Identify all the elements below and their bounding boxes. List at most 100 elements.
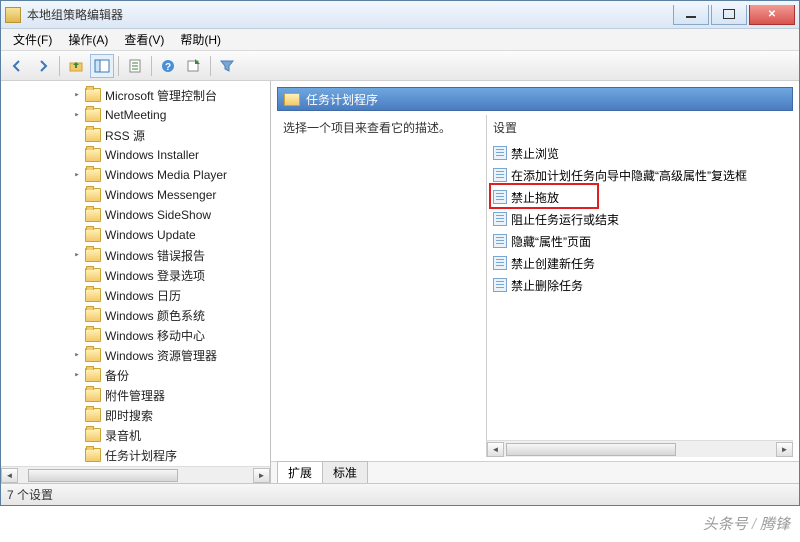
folder-icon — [85, 148, 101, 162]
tree-item[interactable]: 附件管理器 — [1, 385, 270, 405]
folder-icon — [85, 328, 101, 342]
tree-view[interactable]: Microsoft 管理控制台 NetMeeting RSS 源 Windows In… — [1, 81, 270, 466]
help-button[interactable]: ? — [156, 54, 180, 78]
scroll-left-button[interactable]: ◄ — [1, 468, 18, 483]
tree-item[interactable]: Windows 登录选项 — [1, 265, 270, 285]
setting-item[interactable]: 禁止拖放 — [493, 186, 787, 208]
tab-extended[interactable]: 扩展 — [277, 461, 323, 483]
tree-expander[interactable] — [71, 109, 83, 121]
toolbar-separator — [59, 56, 60, 76]
tree-expander[interactable] — [71, 89, 83, 101]
tree-item-label: Windows 资源管理器 — [105, 347, 217, 364]
details-pane: 任务计划程序 选择一个项目来查看它的描述。 设置 禁止浏览在添加计划任务向导中隐… — [271, 81, 799, 483]
tree-item-label: NetMeeting — [105, 108, 166, 122]
tree-expander[interactable] — [71, 369, 83, 381]
tree-item[interactable]: 任务计划程序 — [1, 445, 270, 465]
folder-icon — [85, 208, 101, 222]
setting-item[interactable]: 禁止创建新任务 — [493, 252, 787, 274]
status-text: 7 个设置 — [7, 486, 53, 503]
tree-item[interactable]: RSS 源 — [1, 125, 270, 145]
tree-item[interactable]: Windows 日历 — [1, 285, 270, 305]
tree-item-label: Windows Media Player — [105, 168, 227, 182]
forward-button[interactable] — [31, 54, 55, 78]
tree-item[interactable]: 录音机 — [1, 425, 270, 445]
minimize-button[interactable] — [673, 5, 709, 25]
details-header: 任务计划程序 — [277, 87, 793, 111]
folder-icon — [85, 168, 101, 182]
tree-item-label: Windows 日历 — [105, 287, 181, 304]
scroll-thumb[interactable] — [506, 443, 676, 456]
tree-item[interactable]: Windows Update — [1, 225, 270, 245]
tree-item[interactable]: Windows 错误报告 — [1, 245, 270, 265]
scroll-track[interactable] — [504, 442, 776, 457]
tree-item[interactable]: Windows 颜色系统 — [1, 305, 270, 325]
menu-view[interactable]: 查看(V) — [116, 29, 172, 50]
tree-item-label: 备份 — [105, 367, 129, 384]
tree-item-label: 附件管理器 — [105, 387, 165, 404]
tree-item[interactable]: 备份 — [1, 365, 270, 385]
setting-item[interactable]: 禁止删除任务 — [493, 274, 787, 296]
folder-icon — [85, 188, 101, 202]
menu-help[interactable]: 帮助(H) — [172, 29, 229, 50]
arrow-left-icon — [9, 58, 25, 74]
up-button[interactable] — [64, 54, 88, 78]
folder-icon — [85, 108, 101, 122]
policy-icon — [493, 190, 507, 204]
properties-icon — [127, 58, 143, 74]
folder-icon — [85, 248, 101, 262]
setting-item[interactable]: 阻止任务运行或结束 — [493, 208, 787, 230]
tree-item[interactable]: Windows Messenger — [1, 185, 270, 205]
folder-icon — [85, 268, 101, 282]
scroll-thumb[interactable] — [28, 469, 178, 482]
toolbar-separator — [118, 56, 119, 76]
tree-item-label: Windows Installer — [105, 148, 199, 162]
folder-icon — [85, 228, 101, 242]
menu-action[interactable]: 操作(A) — [60, 29, 116, 50]
close-button[interactable] — [749, 5, 795, 25]
tab-standard[interactable]: 标准 — [322, 461, 368, 483]
setting-item[interactable]: 在添加计划任务向导中隐藏“高级属性”复选框 — [493, 164, 787, 186]
settings-column-header[interactable]: 设置 — [493, 119, 787, 136]
policy-icon — [493, 146, 507, 160]
filter-button[interactable] — [215, 54, 239, 78]
toolbar-separator — [151, 56, 152, 76]
tree-item[interactable]: Microsoft 管理控制台 — [1, 85, 270, 105]
scroll-left-button[interactable]: ◄ — [487, 442, 504, 457]
menu-file[interactable]: 文件(F) — [5, 29, 60, 50]
window-buttons — [673, 5, 795, 25]
export-button[interactable] — [182, 54, 206, 78]
tree-hscrollbar[interactable]: ◄ ► — [1, 466, 270, 483]
setting-label: 在添加计划任务向导中隐藏“高级属性”复选框 — [511, 167, 747, 184]
folder-icon — [284, 93, 300, 106]
arrow-right-icon — [35, 58, 51, 74]
tree-item-label: Windows 颜色系统 — [105, 307, 205, 324]
tree-item[interactable]: Windows SideShow — [1, 205, 270, 225]
tree-item[interactable]: Windows 移动中心 — [1, 325, 270, 345]
folder-icon — [85, 128, 101, 142]
tree-item-label: Windows 移动中心 — [105, 327, 205, 344]
show-hide-tree-button[interactable] — [90, 54, 114, 78]
maximize-button[interactable] — [711, 5, 747, 25]
tree-item-label: RSS 源 — [105, 127, 145, 144]
help-icon: ? — [160, 58, 176, 74]
properties-button[interactable] — [123, 54, 147, 78]
tree-item-label: Microsoft 管理控制台 — [105, 87, 217, 104]
settings-hscrollbar[interactable]: ◄ ► — [487, 440, 793, 457]
setting-item[interactable]: 禁止浏览 — [493, 142, 787, 164]
setting-item[interactable]: 隐藏“属性”页面 — [493, 230, 787, 252]
tree-expander[interactable] — [71, 169, 83, 181]
watermark: 头条号/腾锋 — [703, 513, 790, 534]
tree-item[interactable]: Windows 资源管理器 — [1, 345, 270, 365]
tree-item[interactable]: NetMeeting — [1, 105, 270, 125]
back-button[interactable] — [5, 54, 29, 78]
tree-expander[interactable] — [71, 349, 83, 361]
policy-icon — [493, 168, 507, 182]
tree-item[interactable]: 即时搜索 — [1, 405, 270, 425]
tree-expander[interactable] — [71, 249, 83, 261]
app-icon — [5, 7, 21, 23]
tree-item[interactable]: Windows Media Player — [1, 165, 270, 185]
scroll-right-button[interactable]: ► — [253, 468, 270, 483]
scroll-track[interactable] — [18, 468, 253, 483]
scroll-right-button[interactable]: ► — [776, 442, 793, 457]
tree-item[interactable]: Windows Installer — [1, 145, 270, 165]
